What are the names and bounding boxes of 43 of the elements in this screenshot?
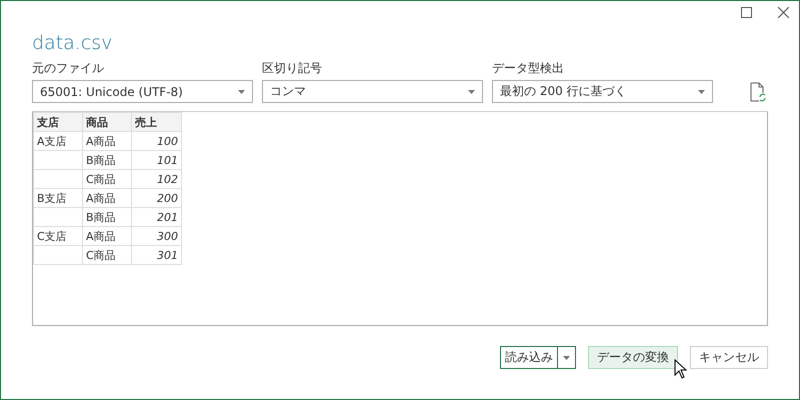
table-cell: A商品 (82, 188, 132, 208)
dropdown[interactable]: 65001: Unicode (UTF-8) (32, 80, 253, 103)
table-cell: B支店 (34, 188, 82, 208)
column-header: 売上 (132, 112, 182, 132)
table-cell: B商品 (82, 208, 132, 226)
close-icon[interactable] (778, 7, 789, 18)
field-label: 元のファイル (32, 60, 105, 77)
table-cell (34, 208, 82, 226)
table-cell: C支店 (34, 226, 82, 246)
dialog-button[interactable]: データの変換 (588, 346, 678, 369)
column-header: 支店 (34, 112, 82, 132)
caret-icon (698, 90, 705, 94)
table-cell: B商品 (82, 150, 132, 170)
window-title: data.csv (32, 32, 112, 54)
table-cell: 301 (132, 246, 182, 264)
table-cell: C商品 (82, 246, 132, 264)
table-cell: A支店 (34, 132, 82, 150)
field-label: データ型検出 (492, 60, 565, 77)
dropdown[interactable]: コンマ (262, 80, 483, 103)
table-cell (34, 170, 82, 188)
file-refresh-icon[interactable] (750, 82, 766, 102)
table-cell: C商品 (82, 170, 132, 188)
table-cell: A商品 (82, 132, 132, 150)
table-cell: 101 (132, 150, 182, 170)
split-button[interactable]: 読み込み (500, 346, 576, 369)
table-cell: 102 (132, 170, 182, 188)
table-cell (34, 246, 82, 264)
dropdown[interactable]: 最初の 200 行に基づく (492, 80, 713, 103)
table-cell: 200 (132, 188, 182, 208)
load-button[interactable]: 読み込み (501, 347, 557, 368)
table-cell: A商品 (82, 226, 132, 246)
maximize-icon[interactable] (741, 7, 752, 18)
table-cell: 100 (132, 132, 182, 150)
table-cell (34, 150, 82, 170)
caret-icon (468, 90, 475, 94)
caret-icon (563, 356, 570, 360)
table-cell: 201 (132, 208, 182, 226)
table-cell: 300 (132, 226, 182, 246)
column-header: 商品 (82, 112, 132, 132)
field-label: 区切り記号 (262, 60, 323, 77)
cursor-icon (674, 359, 687, 379)
caret-icon (238, 90, 245, 94)
dialog-button[interactable]: キャンセル (690, 346, 768, 369)
